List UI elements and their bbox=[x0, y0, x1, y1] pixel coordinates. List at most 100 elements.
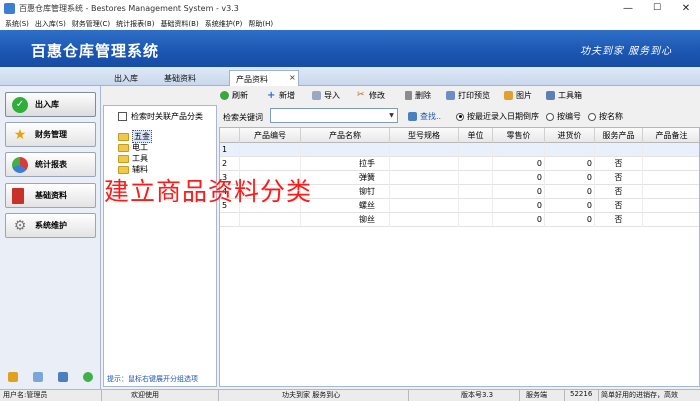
add-button[interactable]: + 新增 bbox=[267, 90, 295, 101]
cell-unit[interactable] bbox=[459, 171, 493, 185]
minimize-button[interactable]: — bbox=[614, 0, 642, 17]
nav-maintenance-button[interactable]: ⚙ 系统维护 bbox=[5, 213, 96, 238]
tree-node[interactable]: 工具 bbox=[118, 153, 148, 164]
search-input[interactable] bbox=[270, 108, 398, 123]
table-row[interactable]: 1 bbox=[220, 143, 699, 157]
menu-system[interactable]: 系统(S) bbox=[3, 17, 33, 30]
cell-name[interactable]: 铆丝 bbox=[301, 213, 390, 227]
cell-service[interactable]: 否 bbox=[595, 199, 643, 213]
edit-button[interactable]: ✂ 修改 bbox=[357, 90, 385, 101]
cell-unit[interactable] bbox=[459, 185, 493, 199]
find-button[interactable]: 查找.. bbox=[408, 111, 441, 122]
cell-cost[interactable]: 0 bbox=[545, 171, 595, 185]
cell-spec[interactable] bbox=[390, 213, 459, 227]
cell-note[interactable] bbox=[643, 185, 699, 199]
cell-service[interactable]: 否 bbox=[595, 171, 643, 185]
tab-close-icon[interactable]: × bbox=[289, 73, 296, 82]
product-grid[interactable]: 产品编号 产品名称 型号规格 单位 零售价 进货价 服务产品 产品备注 1 2 拉手… bbox=[219, 127, 700, 387]
settings-icon[interactable] bbox=[32, 372, 43, 382]
cell-note[interactable] bbox=[643, 143, 699, 157]
cell-name[interactable]: 拉手 bbox=[301, 157, 390, 171]
cell-cost[interactable]: 0 bbox=[545, 185, 595, 199]
maximize-button[interactable]: ☐ bbox=[643, 0, 671, 17]
import-button[interactable]: 导入 bbox=[312, 90, 340, 101]
monitor-icon[interactable] bbox=[58, 372, 69, 382]
cell-spec[interactable] bbox=[390, 157, 459, 171]
cell-service[interactable]: 否 bbox=[595, 213, 643, 227]
cell-retail[interactable]: 0 bbox=[493, 199, 545, 213]
tab-basic-data[interactable]: 基础资料 bbox=[158, 70, 202, 86]
column-header[interactable]: 产品编号 bbox=[240, 128, 301, 143]
sort-by-code-radio[interactable]: 按编号 bbox=[546, 111, 581, 122]
nav-reports-button[interactable]: 统计报表 bbox=[5, 152, 96, 177]
cell-cost[interactable]: 0 bbox=[545, 157, 595, 171]
cell-spec[interactable] bbox=[390, 171, 459, 185]
menu-maintenance[interactable]: 系统维护(P) bbox=[203, 17, 247, 30]
image-button[interactable]: 图片 bbox=[504, 90, 532, 101]
cell-service[interactable] bbox=[595, 143, 643, 157]
menu-help[interactable]: 帮助(H) bbox=[246, 17, 277, 30]
table-row[interactable]: 铆丝 0 0 否 bbox=[220, 213, 699, 227]
table-row[interactable]: 2 拉手 0 0 否 bbox=[220, 157, 699, 171]
column-header[interactable]: 产品名称 bbox=[301, 128, 390, 143]
cell-retail[interactable]: 0 bbox=[493, 213, 545, 227]
cell-note[interactable] bbox=[643, 171, 699, 185]
cell-service[interactable]: 否 bbox=[595, 157, 643, 171]
cell-code[interactable] bbox=[240, 213, 301, 227]
cell-service[interactable]: 否 bbox=[595, 185, 643, 199]
cell-name[interactable] bbox=[301, 143, 390, 157]
menu-basic-data[interactable]: 基础资料(B) bbox=[158, 17, 202, 30]
cell-cost[interactable]: 0 bbox=[545, 199, 595, 213]
column-header[interactable]: 进货价 bbox=[545, 128, 595, 143]
column-header[interactable]: 零售价 bbox=[493, 128, 545, 143]
column-header[interactable]: 服务产品 bbox=[595, 128, 643, 143]
nav-finance-button[interactable]: ★ 财务管理 bbox=[5, 122, 96, 147]
cell-retail[interactable] bbox=[493, 143, 545, 157]
refresh-icon[interactable] bbox=[83, 372, 94, 382]
chevron-down-icon[interactable]: ▼ bbox=[386, 109, 397, 122]
menu-stock-io[interactable]: 出入库(S) bbox=[33, 17, 70, 30]
cell-name[interactable]: 铆钉 bbox=[301, 185, 390, 199]
cell-name[interactable]: 螺丝 bbox=[301, 199, 390, 213]
tree-node[interactable]: 电工 bbox=[118, 142, 148, 153]
cell-spec[interactable] bbox=[390, 143, 459, 157]
cell-note[interactable] bbox=[643, 157, 699, 171]
delete-button[interactable]: 删除 bbox=[405, 90, 431, 101]
nav-basic-data-button[interactable]: 基础资料 bbox=[5, 183, 96, 208]
lock-icon[interactable] bbox=[7, 372, 18, 382]
cell-note[interactable] bbox=[643, 213, 699, 227]
cell-cost[interactable]: 0 bbox=[545, 213, 595, 227]
toolbox-button[interactable]: 工具箱 bbox=[546, 90, 582, 101]
cell-spec[interactable] bbox=[390, 185, 459, 199]
close-button[interactable]: ✕ bbox=[672, 0, 700, 17]
cell-note[interactable] bbox=[643, 199, 699, 213]
print-preview-button[interactable]: 打印预览 bbox=[446, 90, 490, 101]
menu-reports[interactable]: 统计报表(B) bbox=[114, 17, 158, 30]
cell-code[interactable] bbox=[240, 143, 301, 157]
nav-stock-io-button[interactable]: ✓ 出入库 bbox=[5, 92, 96, 117]
cell-code[interactable] bbox=[240, 157, 301, 171]
cell-retail[interactable]: 0 bbox=[493, 185, 545, 199]
cell-retail[interactable]: 0 bbox=[493, 171, 545, 185]
refresh-button[interactable]: 刷新 bbox=[220, 90, 248, 101]
column-header[interactable]: 型号规格 bbox=[390, 128, 459, 143]
cell-unit[interactable] bbox=[459, 213, 493, 227]
sort-by-name-radio[interactable]: 按名称 bbox=[588, 111, 623, 122]
cell-idx[interactable] bbox=[220, 213, 240, 227]
cell-idx[interactable]: 1 bbox=[220, 143, 240, 157]
cell-unit[interactable] bbox=[459, 143, 493, 157]
cell-retail[interactable]: 0 bbox=[493, 157, 545, 171]
tab-stock-io[interactable]: 出入库 bbox=[108, 70, 144, 86]
menu-finance[interactable]: 财务管理(C) bbox=[70, 17, 114, 30]
cell-unit[interactable] bbox=[459, 157, 493, 171]
cell-cost[interactable] bbox=[545, 143, 595, 157]
cell-idx[interactable]: 2 bbox=[220, 157, 240, 171]
column-header[interactable]: 产品备注 bbox=[643, 128, 699, 143]
cell-unit[interactable] bbox=[459, 199, 493, 213]
tree-filter-checkbox-row[interactable]: 检索时关联产品分类 bbox=[118, 111, 203, 122]
cell-spec[interactable] bbox=[390, 199, 459, 213]
column-header[interactable]: 单位 bbox=[459, 128, 493, 143]
link-category-checkbox[interactable] bbox=[118, 112, 127, 121]
sort-by-date-radio[interactable]: 按最近录入日期倒序 bbox=[456, 111, 539, 122]
cell-name[interactable]: 弹簧 bbox=[301, 171, 390, 185]
